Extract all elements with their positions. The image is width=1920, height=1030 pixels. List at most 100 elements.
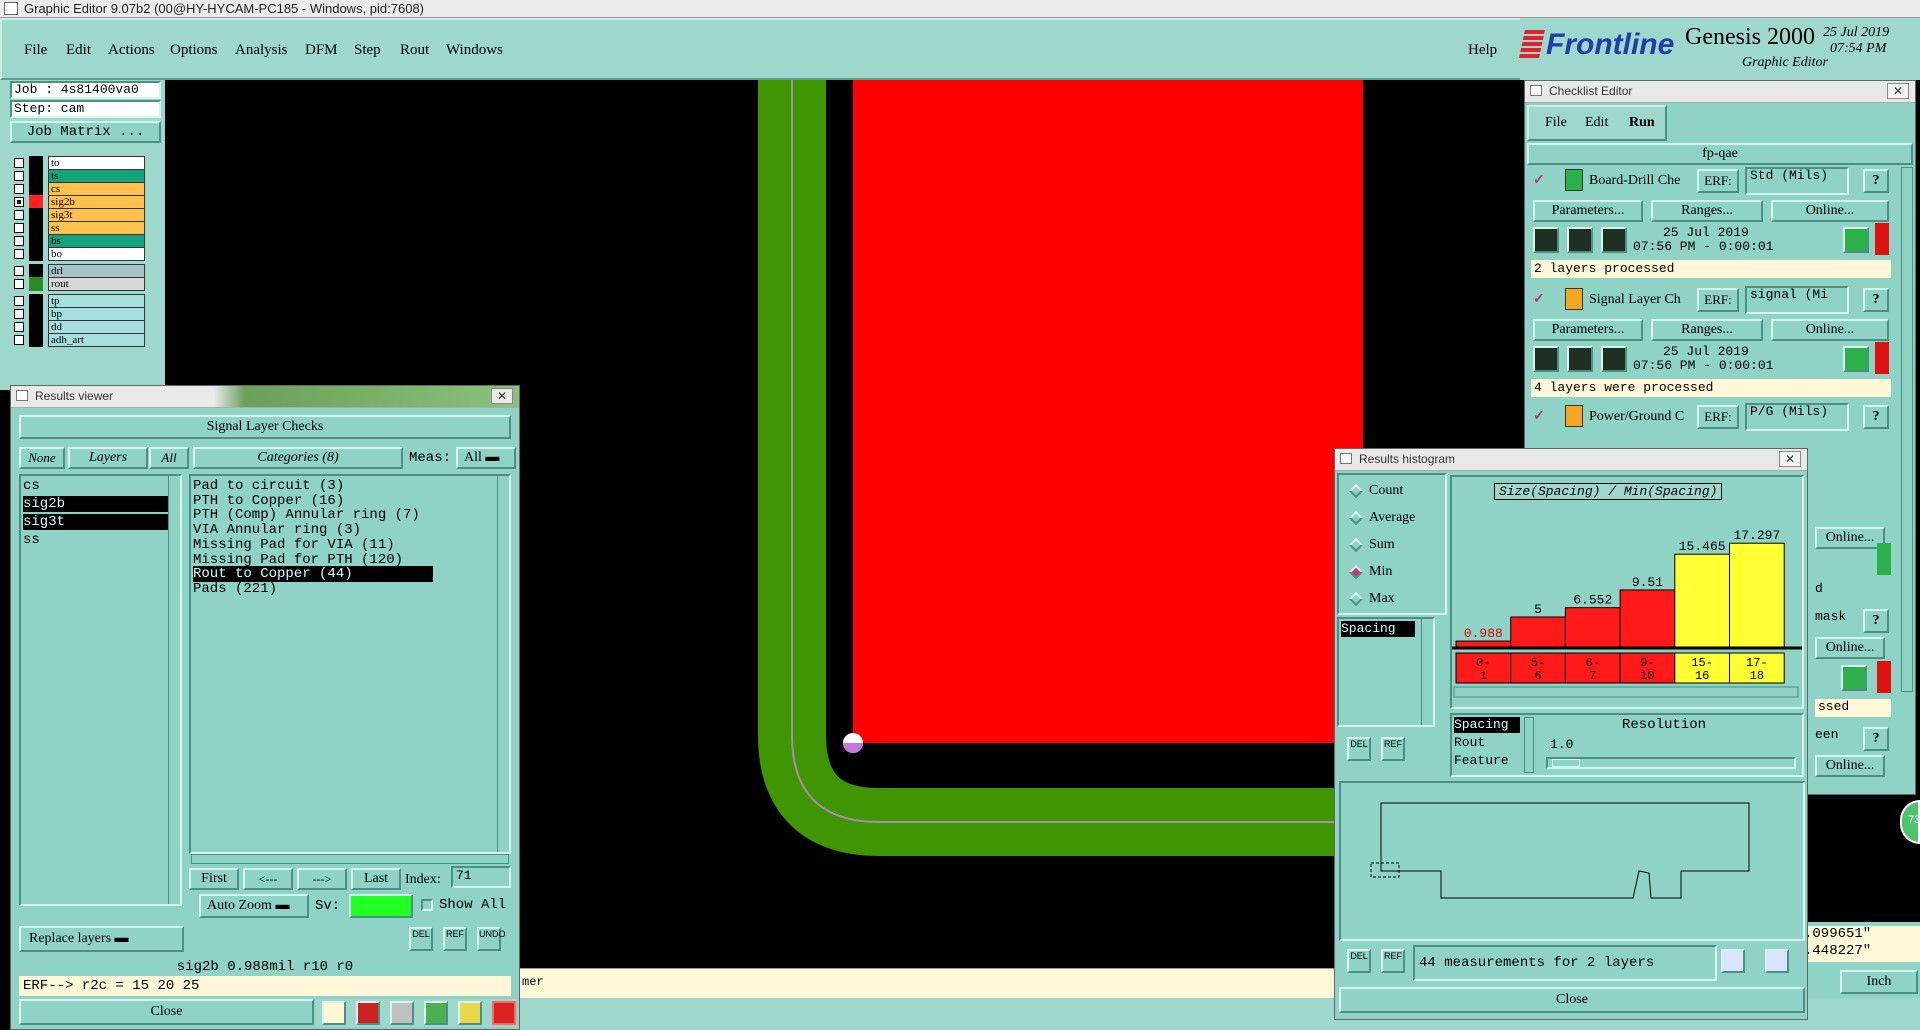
check-name[interactable]: Board-Drill Che	[1589, 173, 1680, 189]
online-button[interactable]: Online...	[1815, 637, 1885, 659]
menu-step[interactable]: Step	[354, 42, 381, 59]
histogram-bars[interactable]: 0.988 0-1 5 5-6 6.552 6-7 9.51 9-10 15.465 15-16 1…	[1452, 477, 1802, 707]
list-item[interactable]: cs	[23, 478, 168, 494]
del-icon[interactable]: DEL	[1347, 737, 1371, 761]
layers-button[interactable]: Layers	[68, 447, 148, 469]
del-icon[interactable]: DEL	[409, 927, 433, 951]
zoom-icon[interactable]	[1843, 227, 1869, 253]
help-icon[interactable]: ?	[1863, 727, 1889, 751]
ref-icon[interactable]: REF	[1381, 949, 1405, 973]
category-list[interactable]: Pad to circuit (3) PTH to Copper (16) PTH …	[189, 474, 511, 854]
categories-button[interactable]: Categories (8)	[193, 447, 403, 469]
layer-result-list[interactable]: cs sig2b sig3t ss	[19, 474, 182, 906]
radio-min[interactable]: Min	[1348, 564, 1392, 580]
list-item[interactable]: Rout	[1454, 735, 1520, 751]
checklist-menu-edit[interactable]: Edit	[1585, 115, 1608, 131]
run-all-icon[interactable]	[1567, 346, 1593, 372]
ref-icon[interactable]: REF	[443, 927, 467, 951]
menu-actions[interactable]: Actions	[108, 42, 155, 59]
vertical-scrollbar[interactable]	[1421, 619, 1433, 725]
sv-color-dropdown[interactable]	[349, 894, 413, 918]
menu-rout[interactable]: Rout	[400, 42, 429, 59]
histogram-bar[interactable]	[1564, 607, 1621, 648]
category-item[interactable]: Missing Pad for VIA (11)	[193, 537, 433, 553]
list-item[interactable]: sig2b	[23, 496, 168, 512]
category-item[interactable]: Pads (221)	[193, 581, 433, 597]
run-selected-icon[interactable]	[1601, 346, 1627, 372]
online-button[interactable]: Online...	[1815, 527, 1885, 549]
parameters-button[interactable]: Parameters...	[1533, 319, 1643, 341]
close-icon[interactable]: ✕	[1779, 451, 1801, 467]
replace-layers-dropdown[interactable]: Replace layers ▬	[19, 926, 184, 952]
category-item[interactable]: Rout to Copper (44)	[193, 566, 433, 583]
report-icon[interactable]	[458, 1001, 482, 1025]
erf-value[interactable]: Std (Mils)	[1745, 167, 1849, 195]
list-item[interactable]: Spacing	[1341, 621, 1415, 637]
sort-list[interactable]: Spacing Rout Feature	[1454, 717, 1524, 773]
slider-handle[interactable]	[1552, 759, 1580, 767]
menu-dfm[interactable]: DFM	[305, 42, 338, 59]
zoom-icon[interactable]	[1841, 665, 1867, 691]
online-button[interactable]: Online...	[1771, 319, 1889, 341]
menu-edit[interactable]: Edit	[66, 42, 91, 59]
histogram-bar[interactable]	[1729, 542, 1785, 648]
radio-sum[interactable]: Sum	[1348, 537, 1395, 553]
menu-windows[interactable]: Windows	[446, 42, 503, 59]
erf-button[interactable]: ERF:	[1697, 288, 1739, 312]
erf-button[interactable]: ERF:	[1697, 169, 1739, 193]
ref-icon[interactable]: REF	[1381, 737, 1405, 761]
histogram-bar[interactable]	[1619, 589, 1676, 648]
horizontal-scrollbar[interactable]	[191, 854, 509, 864]
list-item[interactable]: Spacing	[1454, 717, 1520, 733]
run-selected-icon[interactable]	[1601, 227, 1627, 253]
vertical-scrollbar[interactable]	[168, 476, 180, 904]
help-icon[interactable]: ?	[1863, 288, 1889, 312]
zoom-icon[interactable]	[1843, 346, 1869, 372]
online-button[interactable]: Online...	[1771, 200, 1889, 222]
radio-count[interactable]: Count	[1348, 483, 1403, 499]
category-item[interactable]: VIA Annular ring (3)	[193, 522, 433, 538]
unit-button[interactable]: Inch	[1840, 970, 1918, 994]
category-item[interactable]: PTH (Comp) Annular ring (7)	[193, 507, 433, 523]
vertical-scrollbar[interactable]	[1901, 167, 1913, 692]
check-icon[interactable]	[424, 1001, 448, 1025]
index-input[interactable]: 71	[451, 866, 511, 888]
list-item[interactable]: ss	[23, 532, 168, 548]
category-item[interactable]: Missing Pad for PTH (120)	[193, 552, 433, 568]
select-icon[interactable]	[1721, 949, 1745, 973]
menu-options[interactable]: Options	[170, 42, 218, 59]
menu-analysis[interactable]: Analysis	[235, 42, 288, 59]
meas-dropdown[interactable]: All ▬	[456, 447, 516, 469]
show-all-checkbox[interactable]	[421, 899, 433, 911]
first-button[interactable]: First	[189, 868, 239, 890]
check-enabled-icon[interactable]: ✓	[1533, 171, 1545, 187]
close-icon[interactable]: ✕	[1887, 83, 1909, 99]
help-icon[interactable]: ?	[1863, 169, 1889, 193]
check-name[interactable]: Signal Layer Ch	[1589, 292, 1681, 308]
ranges-button[interactable]: Ranges...	[1651, 319, 1763, 341]
none-button[interactable]: None	[19, 447, 65, 469]
zoom-dropdown[interactable]: Auto Zoom ▬	[199, 894, 309, 918]
checklist-menu-run[interactable]: Run	[1629, 115, 1655, 131]
next-button[interactable]: --->	[297, 868, 347, 890]
erf-button[interactable]: ERF:	[1697, 405, 1739, 429]
check-enabled-icon[interactable]: ✓	[1533, 407, 1545, 423]
close-button[interactable]: Close	[19, 999, 314, 1025]
parameters-button[interactable]: Parameters...	[1533, 200, 1643, 222]
vertical-scrollbar[interactable]	[1524, 717, 1534, 773]
histogram-bar[interactable]	[1455, 640, 1512, 648]
histogram-close-button[interactable]: Close	[1339, 987, 1805, 1013]
close-icon[interactable]: ✕	[491, 388, 513, 404]
help-icon[interactable]: ?	[1863, 405, 1889, 429]
resolution-slider[interactable]	[1546, 757, 1796, 769]
run-all-icon[interactable]	[1567, 227, 1593, 253]
record-icon[interactable]	[356, 1001, 380, 1025]
erf-value[interactable]: P/G (Mils)	[1745, 403, 1849, 431]
radio-max[interactable]: Max	[1348, 591, 1395, 607]
all-button[interactable]: All	[149, 447, 189, 469]
histogram-bar[interactable]	[1674, 553, 1731, 648]
category-item[interactable]: PTH to Copper (16)	[193, 493, 433, 509]
del-icon[interactable]: DEL	[1347, 949, 1371, 973]
highlight-icon[interactable]	[322, 1001, 346, 1025]
checklist-menu-file[interactable]: File	[1545, 115, 1567, 131]
